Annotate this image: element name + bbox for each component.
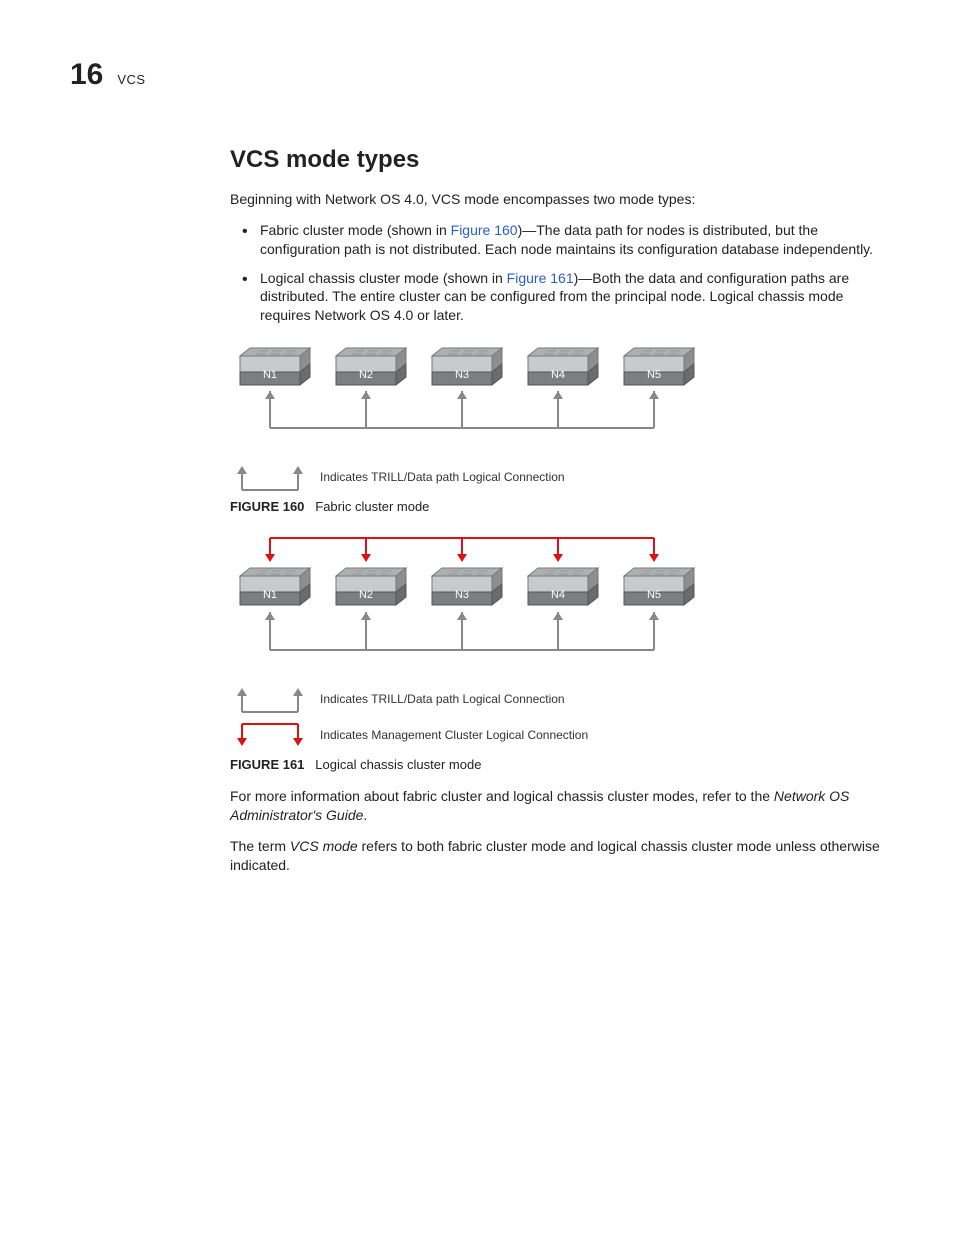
legend-trill-icon (230, 462, 310, 492)
downarrow-icon (649, 538, 659, 562)
uparrow-icon (649, 391, 659, 419)
legend-text: Indicates TRILL/Data path Logical Connec… (320, 691, 565, 707)
figure-160-diagram: N1 N2 N3 N4 N5 (230, 343, 730, 448)
uparrow-icon (361, 612, 371, 640)
figure-160-xref[interactable]: Figure 160 (451, 222, 518, 238)
uparrow-icon (457, 391, 467, 419)
legend-mgmt-icon (230, 720, 310, 750)
node-n5: N5 (624, 568, 694, 605)
chapter-title: VCS (117, 71, 145, 89)
node-label: N4 (551, 369, 565, 381)
figure-160-caption: FIGURE 160 Fabric cluster mode (230, 498, 884, 516)
section-title: VCS mode types (230, 144, 884, 176)
node-n2: N2 (336, 348, 406, 385)
figure-161-caption: FIGURE 161 Logical chassis cluster mode (230, 756, 884, 774)
node-n4: N4 (528, 348, 598, 385)
legend-text: Indicates TRILL/Data path Logical Connec… (320, 469, 565, 485)
list-item: Logical chassis cluster mode (shown in F… (260, 269, 884, 326)
bullet-text-lead: Fabric cluster mode (shown in (260, 222, 451, 238)
figure-161-legend-mgmt: Indicates Management Cluster Logical Con… (230, 720, 884, 750)
figure-160-legend: Indicates TRILL/Data path Logical Connec… (230, 462, 884, 492)
figure-label: FIGURE 161 (230, 757, 304, 772)
bullet-text-lead: Logical chassis cluster mode (shown in (260, 270, 507, 286)
downarrow-icon (361, 538, 371, 562)
node-label: N5 (647, 589, 661, 601)
mode-list: Fabric cluster mode (shown in Figure 160… (230, 221, 884, 325)
node-n5: N5 (624, 348, 694, 385)
node-n2: N2 (336, 568, 406, 605)
main-content: VCS mode types Beginning with Network OS… (230, 144, 884, 875)
node-label: N3 (455, 589, 469, 601)
node-label: N4 (551, 589, 565, 601)
downarrow-icon (457, 538, 467, 562)
figure-label: FIGURE 160 (230, 499, 304, 514)
text-run: For more information about fabric cluste… (230, 788, 774, 804)
uparrow-icon (265, 612, 275, 640)
uparrow-icon (553, 391, 563, 419)
node-n1: N1 (240, 348, 310, 385)
legend-trill-icon (230, 684, 310, 714)
node-n1: N1 (240, 568, 310, 605)
uparrow-icon (649, 612, 659, 640)
figure-161-diagram: N1 N2 N3 N4 N5 (230, 530, 730, 670)
node-n3: N3 (432, 568, 502, 605)
uparrow-icon (265, 391, 275, 419)
legend-text: Indicates Management Cluster Logical Con… (320, 727, 588, 743)
downarrow-icon (553, 538, 563, 562)
figure-161-legend-trill: Indicates TRILL/Data path Logical Connec… (230, 684, 884, 714)
closing-paragraph-1: For more information about fabric cluste… (230, 787, 884, 825)
intro-paragraph: Beginning with Network OS 4.0, VCS mode … (230, 190, 884, 209)
figure-caption-text: Logical chassis cluster mode (315, 757, 481, 772)
running-header: 16 VCS (70, 55, 884, 96)
closing-paragraph-2: The term VCS mode refers to both fabric … (230, 837, 884, 875)
uparrow-icon (361, 391, 371, 419)
text-run: . (363, 807, 367, 823)
figure-caption-text: Fabric cluster mode (315, 499, 429, 514)
text-run: The term (230, 838, 290, 854)
node-label: N1 (263, 589, 277, 601)
uparrow-icon (553, 612, 563, 640)
node-label: N2 (359, 369, 373, 381)
node-label: N2 (359, 589, 373, 601)
node-label: N5 (647, 369, 661, 381)
uparrow-icon (457, 612, 467, 640)
node-n4: N4 (528, 568, 598, 605)
node-n3: N3 (432, 348, 502, 385)
chapter-number: 16 (70, 55, 103, 96)
list-item: Fabric cluster mode (shown in Figure 160… (260, 221, 884, 259)
node-label: N1 (263, 369, 277, 381)
downarrow-icon (265, 538, 275, 562)
figure-161-xref[interactable]: Figure 161 (507, 270, 574, 286)
node-label: N3 (455, 369, 469, 381)
term: VCS mode (290, 838, 358, 854)
